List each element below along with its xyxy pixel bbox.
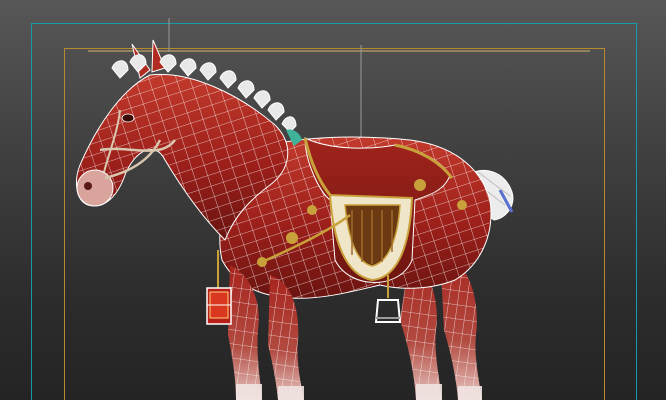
horse-model[interactable]: [0, 0, 666, 400]
3d-viewport[interactable]: [0, 0, 666, 400]
hooves: [236, 384, 482, 400]
